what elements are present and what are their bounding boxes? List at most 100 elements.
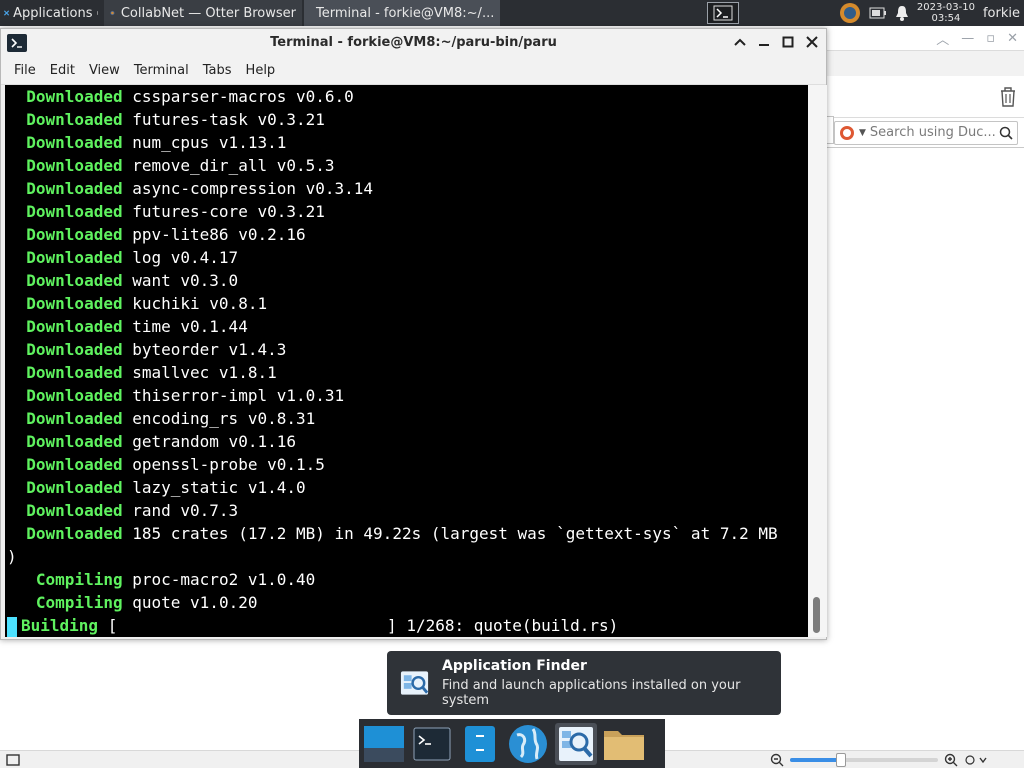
terminal-output[interactable]: Downloaded cssparser-macros v0.6.0 Downl…	[5, 85, 808, 637]
dock	[359, 719, 665, 768]
search-icon[interactable]	[999, 126, 1013, 140]
terminal-keyword: Downloaded	[26, 317, 123, 336]
terminal-text: want v0.3.0	[122, 271, 239, 290]
menu-grip-icon	[96, 11, 98, 15]
battery-icon[interactable]	[869, 7, 887, 19]
terminal-line: Downloaded log v0.4.17	[5, 246, 808, 269]
menu-edit[interactable]: Edit	[43, 63, 82, 78]
notification-popup[interactable]: Application Finder Find and launch appli…	[387, 651, 781, 715]
search-placeholder: Search using Duc...	[869, 125, 995, 140]
menu-view[interactable]: View	[82, 63, 127, 78]
terminal-titlebar[interactable]: Terminal - forkie@VM8:~/paru-bin/paru	[1, 29, 826, 57]
zoom-menu-icon[interactable]	[964, 754, 990, 766]
zoom-slider-knob[interactable]	[836, 753, 846, 767]
workspace-switcher-button[interactable]	[706, 2, 739, 24]
terminal-keyword: Downloaded	[26, 455, 123, 474]
top-panel: Applications CollabNet — Otter Browser T…	[0, 0, 1024, 26]
terminal-menubar: File Edit View Terminal Tabs Help	[1, 57, 826, 85]
terminal-indent	[7, 248, 26, 267]
dock-show-desktop[interactable]	[363, 723, 405, 765]
dock-terminal[interactable]	[411, 723, 453, 765]
zoom-slider[interactable]	[790, 753, 938, 767]
dock-web-browser[interactable]	[507, 723, 549, 765]
terminal-line: Downloaded want v0.3.0	[5, 269, 808, 292]
app-finder-icon	[400, 671, 429, 695]
terminal-indent	[7, 340, 26, 359]
clock-time: 03:54	[931, 13, 961, 24]
terminal-line: Downloaded async-compression v0.3.14	[5, 177, 808, 200]
menu-help[interactable]: Help	[239, 63, 283, 78]
zoom-out-icon[interactable]	[770, 753, 784, 767]
terminal-text: ppv-lite86 v0.2.16	[122, 225, 306, 244]
terminal-text: thiserror-impl v1.0.31	[122, 386, 345, 405]
terminal-keyword: Downloaded	[26, 340, 123, 359]
terminal-icon	[713, 5, 733, 21]
terminal-line: Downloaded num_cpus v1.13.1	[5, 131, 808, 154]
browser-searchbar: ▼ Search using Duc...	[826, 118, 1024, 148]
terminal-line: Downloaded ppv-lite86 v0.2.16	[5, 223, 808, 246]
terminal-line: Downloaded remove_dir_all v0.5.3	[5, 154, 808, 177]
sidebar-toggle-icon[interactable]	[6, 754, 20, 766]
terminal-text: futures-task v0.3.21	[122, 110, 325, 129]
dock-file-manager-app[interactable]	[459, 723, 501, 765]
terminal-indent	[7, 294, 26, 313]
applications-label: Applications	[13, 5, 93, 21]
maximize-icon[interactable]: ▫	[986, 31, 995, 46]
taskbar-item-terminal[interactable]: Terminal - forkie@VM8:~/...	[304, 0, 500, 26]
terminal-text: kuchiki v0.8.1	[122, 294, 268, 313]
menu-terminal[interactable]: Terminal	[127, 63, 196, 78]
terminal-indent	[7, 593, 36, 612]
taskbar-item-browser[interactable]: CollabNet — Otter Browser	[104, 0, 302, 26]
dock-home-folder[interactable]	[603, 723, 645, 765]
terminal-keyword: Downloaded	[26, 202, 123, 221]
terminal-text: time v0.1.44	[122, 317, 248, 336]
dropdown-arrow-icon[interactable]: ▼	[859, 128, 866, 138]
dock-app-finder[interactable]	[555, 722, 597, 765]
zoom-in-icon[interactable]	[944, 753, 958, 767]
terminal-indent	[7, 455, 26, 474]
zoom-controls	[770, 751, 990, 769]
terminal-keyword: Downloaded	[26, 133, 123, 152]
menu-file[interactable]: File	[7, 63, 43, 78]
system-tray: 2023-03-10 03:54 forkie	[839, 2, 1024, 24]
close-button[interactable]	[804, 33, 820, 51]
terminal-keyword: Downloaded	[26, 225, 123, 244]
scrollbar-thumb[interactable]	[813, 597, 820, 633]
terminal-indent	[7, 133, 26, 152]
minimize-icon[interactable]: —	[961, 31, 974, 46]
user-menu[interactable]: forkie	[983, 6, 1020, 21]
terminal-indent	[7, 317, 26, 336]
close-icon[interactable]: ✕	[1007, 31, 1018, 46]
terminal-keyword: Downloaded	[26, 363, 123, 382]
terminal-scrollbar[interactable]	[808, 85, 827, 637]
maximize-button[interactable]	[780, 33, 796, 51]
terminal-text: futures-core v0.3.21	[122, 202, 325, 221]
terminal-text: proc-macro2 v1.0.40	[122, 570, 316, 589]
shade-button[interactable]	[732, 33, 748, 51]
trash-icon[interactable]	[998, 86, 1018, 108]
menu-tabs[interactable]: Tabs	[196, 63, 239, 78]
address-field-edge[interactable]	[826, 116, 834, 144]
terminal-indent	[7, 225, 26, 244]
clock[interactable]: 2023-03-10 03:54	[917, 2, 975, 24]
terminal-indent	[7, 432, 26, 451]
terminal-keyword: Downloaded	[26, 501, 123, 520]
taskbar-item-label: CollabNet — Otter Browser	[120, 5, 296, 21]
terminal-keyword: Building	[21, 616, 99, 635]
terminal-text: getrandom v0.1.16	[122, 432, 296, 451]
terminal-line: )	[5, 545, 808, 568]
search-input[interactable]: ▼ Search using Duc...	[834, 120, 1018, 145]
browser-toolbar	[826, 76, 1024, 118]
minimize-button[interactable]	[756, 33, 772, 51]
terminal-line: Downloaded futures-task v0.3.21	[5, 108, 808, 131]
chevron-up-icon	[734, 38, 746, 46]
notification-title: Application Finder	[442, 658, 587, 674]
user-avatar-icon[interactable]	[839, 2, 861, 24]
notification-bell-icon[interactable]	[895, 5, 909, 21]
zoom-slider-fill	[790, 758, 840, 762]
terminal-keyword: Downloaded	[26, 432, 123, 451]
terminal-indent	[7, 409, 26, 428]
terminal-text: 185 crates (17.2 MB) in 49.22s (largest …	[122, 524, 778, 543]
chevron-up-icon[interactable]: ︿	[936, 29, 949, 48]
applications-menu-button[interactable]: Applications	[0, 0, 104, 26]
